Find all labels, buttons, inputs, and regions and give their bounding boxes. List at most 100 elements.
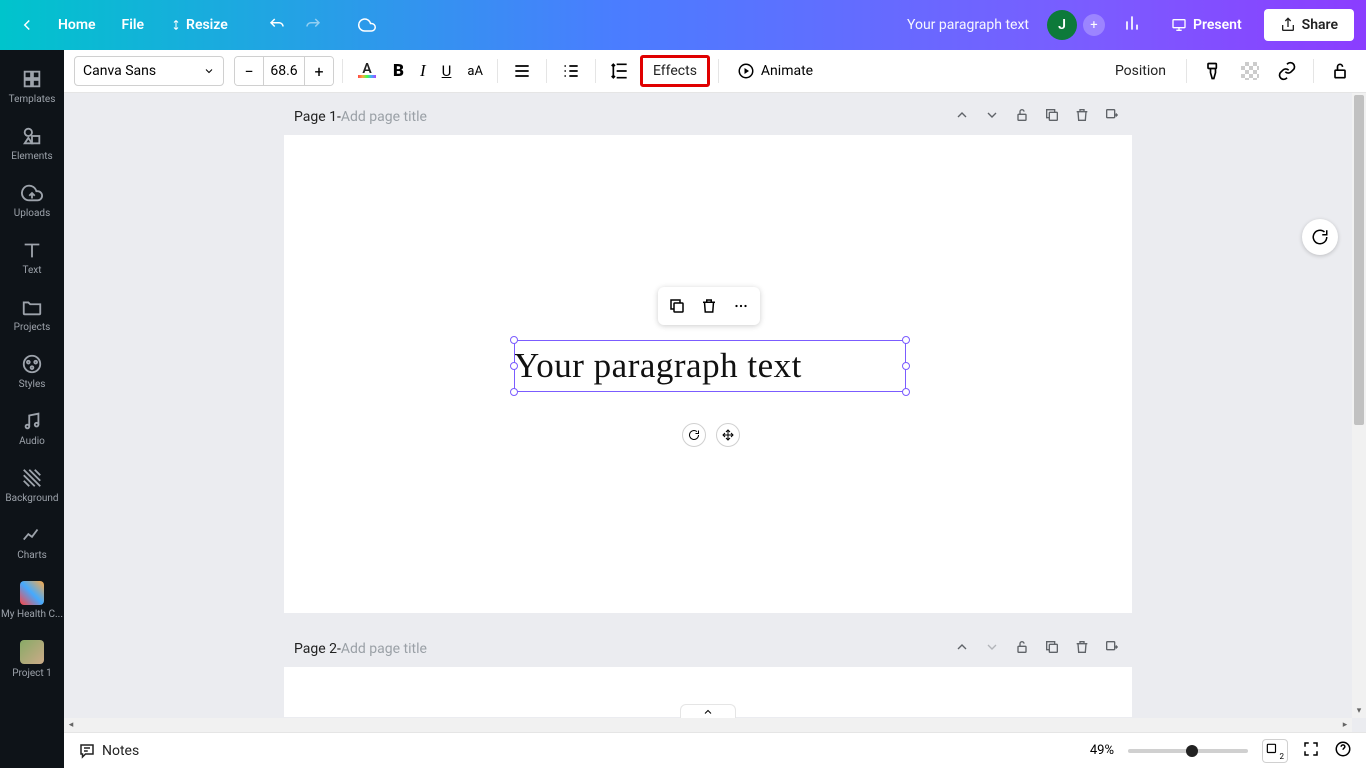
add-collaborator-button[interactable]: + [1083,14,1105,36]
sidebar-item-text[interactable]: Text [0,229,64,286]
sidebar-item-background[interactable]: Background [0,457,64,514]
position-label: Position [1115,63,1166,79]
sidebar-label-elements: Elements [11,151,52,162]
notes-button[interactable]: Notes [78,742,139,760]
user-avatar[interactable]: J [1047,10,1077,40]
selection-more-icon[interactable] [728,293,754,319]
animate-button[interactable]: Animate [727,57,823,85]
page-lock-icon[interactable] [1012,105,1032,129]
sidebar-item-uploads[interactable]: Uploads [0,172,64,229]
effects-button[interactable]: Effects [640,55,710,87]
present-button[interactable]: Present [1159,10,1254,40]
underline-button[interactable]: U [436,57,458,85]
resize-handle-ml[interactable] [510,362,518,370]
horizontal-scrollbar[interactable]: ◂ ▸ [64,718,1352,732]
scroll-down-icon[interactable]: ▾ [1352,704,1366,718]
help-icon[interactable] [1334,740,1352,762]
sidebar-item-project1[interactable]: Project 1 [0,630,64,689]
sidebar-item-projects[interactable]: Projects [0,286,64,343]
case-button[interactable]: aA [461,59,489,84]
toolbar-divider [546,59,547,83]
font-family-value: Canva Sans [83,63,156,79]
page-collapse-up-icon[interactable] [952,105,972,129]
font-family-select[interactable]: Canva Sans [74,56,224,86]
font-size-increase[interactable]: + [305,57,333,85]
redo-icon[interactable] [298,10,328,40]
zoom-slider[interactable] [1128,749,1248,753]
resize-handle-br[interactable] [902,388,910,396]
resize-handle-mr[interactable] [902,362,910,370]
list-button[interactable] [555,56,587,86]
sidebar-item-elements[interactable]: Elements [0,115,64,172]
align-button[interactable] [506,56,538,86]
font-size-input[interactable] [263,57,305,85]
pages-drawer-toggle[interactable] [680,704,736,718]
file-button[interactable]: File [112,11,155,39]
page-add-icon[interactable] [1102,637,1122,661]
share-button[interactable]: Share [1264,9,1354,41]
page-add-icon[interactable] [1102,105,1122,129]
undo-icon[interactable] [262,10,292,40]
scroll-right-icon[interactable]: ▸ [1338,718,1352,732]
page-2-label: Page 2 [294,641,337,657]
sidebar-label-myhealth: My Health C... [1,609,63,620]
page-collapse-up-icon[interactable] [952,637,972,661]
scroll-left-icon[interactable]: ◂ [64,718,78,732]
sidebar-item-styles[interactable]: Styles [0,343,64,400]
present-label: Present [1193,17,1242,33]
page-2-header: Page 2 - Add page title [284,631,1132,667]
zoom-slider-knob[interactable] [1186,745,1198,757]
page-duplicate-icon[interactable] [1042,637,1062,661]
sidebar-label-uploads: Uploads [14,208,50,219]
page-1-canvas[interactable]: Your paragraph text [284,135,1132,613]
page-expand-down-icon[interactable] [982,105,1002,129]
vertical-scrollbar[interactable]: ▴ ▾ [1352,93,1366,718]
bold-button[interactable]: B [387,56,410,86]
text-color-button[interactable]: A [351,56,383,86]
sidebar-item-templates[interactable]: Templates [0,58,64,115]
canvas-scroll[interactable]: Page 1 - Add page title [64,93,1352,718]
position-button[interactable]: Position [1105,58,1176,84]
page-lock-icon[interactable] [1012,637,1032,661]
resize-handle-tr[interactable] [902,336,910,344]
font-size-decrease[interactable]: − [235,57,263,85]
vertical-scroll-thumb[interactable] [1354,95,1364,425]
page-1-title-placeholder[interactable]: Add page title [341,109,427,125]
toolbar-divider [718,59,719,83]
page-2-title-placeholder[interactable]: Add page title [341,641,427,657]
page-count-value: 2 [1280,752,1285,761]
sidebar-label-charts: Charts [17,550,47,561]
copy-style-button[interactable] [1197,56,1229,86]
resize-button[interactable]: Resize [160,11,238,39]
selection-delete-icon[interactable] [696,293,722,319]
back-icon[interactable] [12,10,42,40]
home-label: Home [58,17,96,33]
link-button[interactable] [1271,56,1303,86]
home-button[interactable]: Home [48,11,106,39]
resize-handle-bl[interactable] [510,388,518,396]
lock-button[interactable] [1324,56,1356,86]
sidebar-item-audio[interactable]: Audio [0,400,64,457]
spacing-button[interactable] [604,56,636,86]
refresh-fab[interactable] [1302,219,1338,255]
selection-toolbar [658,287,760,325]
selection-duplicate-icon[interactable] [664,293,690,319]
italic-button[interactable]: I [414,56,432,86]
fullscreen-icon[interactable] [1302,740,1320,762]
page-delete-icon[interactable] [1072,105,1092,129]
selected-text-box[interactable]: Your paragraph text [514,340,906,392]
rotate-handle[interactable] [682,423,706,447]
page-count-indicator[interactable]: 2 [1262,739,1288,763]
sidebar-item-myhealth[interactable]: My Health C... [0,571,64,630]
sidebar-item-charts[interactable]: Charts [0,514,64,571]
resize-handle-tl[interactable] [510,336,518,344]
cloud-sync-icon[interactable] [352,10,382,40]
page-duplicate-icon[interactable] [1042,105,1062,129]
doc-title[interactable]: Your paragraph text [907,17,1029,33]
move-handle[interactable] [716,423,740,447]
page-delete-icon[interactable] [1072,637,1092,661]
analytics-icon[interactable] [1115,6,1149,44]
transparency-button[interactable] [1235,57,1265,85]
left-sidebar: Templates Elements Uploads Text Projects… [0,50,64,768]
sidebar-label-project1: Project 1 [12,668,52,679]
